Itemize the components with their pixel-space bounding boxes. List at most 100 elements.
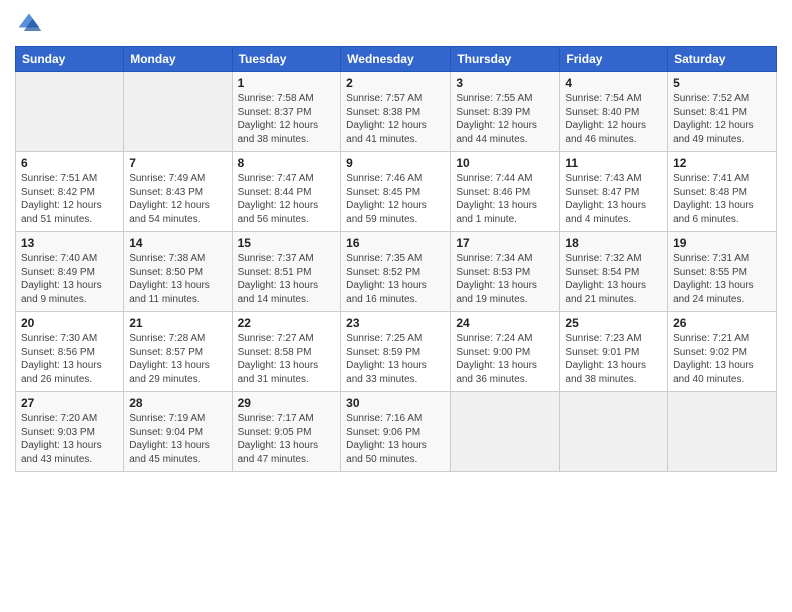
day-info: Sunrise: 7:54 AMSunset: 8:40 PMDaylight:… (565, 92, 662, 146)
day-number: 9 (346, 156, 445, 170)
calendar-cell (124, 72, 232, 152)
day-info: Sunrise: 7:41 AMSunset: 8:48 PMDaylight:… (673, 172, 771, 226)
calendar-week-row: 1 Sunrise: 7:58 AMSunset: 8:37 PMDaylight… (16, 72, 777, 152)
day-info: Sunrise: 7:47 AMSunset: 8:44 PMDaylight:… (238, 172, 336, 226)
calendar-week-row: 27Sunrise: 7:20 AMSunset: 9:03 PMDayligh… (16, 392, 777, 472)
page: SundayMondayTuesdayWednesdayThursdayFrid… (0, 0, 792, 612)
calendar-cell: 30Sunrise: 7:16 AMSunset: 9:06 PMDayligh… (341, 392, 451, 472)
day-number: 24 (456, 316, 554, 330)
day-number: 21 (129, 316, 226, 330)
calendar-cell: 23 Sunrise: 7:25 AMSunset: 8:59 PMDayligh… (341, 312, 451, 392)
col-header-monday: Monday (124, 47, 232, 72)
calendar-cell: 2 Sunrise: 7:57 AMSunset: 8:38 PMDaylight… (341, 72, 451, 152)
calendar-cell: 7 Sunrise: 7:49 AMSunset: 8:43 PMDaylight… (124, 152, 232, 232)
day-number: 29 (238, 396, 336, 410)
calendar-cell: 11Sunrise: 7:43 AMSunset: 8:47 PMDayligh… (560, 152, 668, 232)
day-info: Sunrise: 7:57 AMSunset: 8:38 PMDaylight:… (346, 92, 445, 146)
day-number: 3 (456, 76, 554, 90)
calendar-cell: 22Sunrise: 7:27 AMSunset: 8:58 PMDayligh… (232, 312, 341, 392)
day-number: 4 (565, 76, 662, 90)
day-number: 28 (129, 396, 226, 410)
calendar-cell: 14 Sunrise: 7:38 AMSunset: 8:50 PMDayligh… (124, 232, 232, 312)
calendar-cell: 28 Sunrise: 7:19 AMSunset: 9:04 PMDayligh… (124, 392, 232, 472)
calendar-week-row: 20 Sunrise: 7:30 AMSunset: 8:56 PMDayligh… (16, 312, 777, 392)
calendar-cell: 4 Sunrise: 7:54 AMSunset: 8:40 PMDaylight… (560, 72, 668, 152)
calendar-cell (560, 392, 668, 472)
col-header-tuesday: Tuesday (232, 47, 341, 72)
day-number: 7 (129, 156, 226, 170)
logo-icon (15, 10, 43, 38)
day-number: 15 (238, 236, 336, 250)
calendar-cell: 17 Sunrise: 7:34 AMSunset: 8:53 PMDayligh… (451, 232, 560, 312)
calendar-cell: 13 Sunrise: 7:40 AMSunset: 8:49 PMDayligh… (16, 232, 124, 312)
day-info: Sunrise: 7:31 AMSunset: 8:55 PMDaylight:… (673, 252, 771, 306)
day-info: Sunrise: 7:37 AMSunset: 8:51 PMDaylight:… (238, 252, 336, 306)
day-number: 5 (673, 76, 771, 90)
calendar-cell: 20 Sunrise: 7:30 AMSunset: 8:56 PMDayligh… (16, 312, 124, 392)
day-number: 16 (346, 236, 445, 250)
day-info: Sunrise: 7:40 AMSunset: 8:49 PMDaylight:… (21, 252, 118, 306)
calendar-cell: 12Sunrise: 7:41 AMSunset: 8:48 PMDayligh… (668, 152, 777, 232)
calendar-cell: 15 Sunrise: 7:37 AMSunset: 8:51 PMDayligh… (232, 232, 341, 312)
day-number: 14 (129, 236, 226, 250)
day-number: 23 (346, 316, 445, 330)
calendar-week-row: 6Sunrise: 7:51 AMSunset: 8:42 PMDaylight… (16, 152, 777, 232)
calendar-cell (451, 392, 560, 472)
day-info: Sunrise: 7:52 AMSunset: 8:41 PMDaylight:… (673, 92, 771, 146)
col-header-saturday: Saturday (668, 47, 777, 72)
calendar-cell: 9Sunrise: 7:46 AMSunset: 8:45 PMDaylight… (341, 152, 451, 232)
day-info: Sunrise: 7:25 AMSunset: 8:59 PMDaylight:… (346, 332, 445, 386)
calendar-cell: 18 Sunrise: 7:32 AMSunset: 8:54 PMDayligh… (560, 232, 668, 312)
day-number: 11 (565, 156, 662, 170)
day-info: Sunrise: 7:24 AMSunset: 9:00 PMDaylight:… (456, 332, 554, 386)
calendar-table: SundayMondayTuesdayWednesdayThursdayFrid… (15, 46, 777, 472)
calendar-cell: 10 Sunrise: 7:44 AMSunset: 8:46 PMDayligh… (451, 152, 560, 232)
calendar-cell: 8 Sunrise: 7:47 AMSunset: 8:44 PMDaylight… (232, 152, 341, 232)
calendar-cell: 1 Sunrise: 7:58 AMSunset: 8:37 PMDaylight… (232, 72, 341, 152)
col-header-wednesday: Wednesday (341, 47, 451, 72)
day-info: Sunrise: 7:38 AMSunset: 8:50 PMDaylight:… (129, 252, 226, 306)
day-number: 17 (456, 236, 554, 250)
day-info: Sunrise: 7:34 AMSunset: 8:53 PMDaylight:… (456, 252, 554, 306)
day-number: 1 (238, 76, 336, 90)
day-info: Sunrise: 7:20 AMSunset: 9:03 PMDaylight:… (21, 412, 118, 466)
col-header-thursday: Thursday (451, 47, 560, 72)
calendar-cell: 3 Sunrise: 7:55 AMSunset: 8:39 PMDaylight… (451, 72, 560, 152)
day-number: 13 (21, 236, 118, 250)
calendar-cell: 6Sunrise: 7:51 AMSunset: 8:42 PMDaylight… (16, 152, 124, 232)
col-header-friday: Friday (560, 47, 668, 72)
day-info: Sunrise: 7:44 AMSunset: 8:46 PMDaylight:… (456, 172, 554, 226)
day-info: Sunrise: 7:30 AMSunset: 8:56 PMDaylight:… (21, 332, 118, 386)
calendar-cell: 19Sunrise: 7:31 AMSunset: 8:55 PMDayligh… (668, 232, 777, 312)
day-info: Sunrise: 7:49 AMSunset: 8:43 PMDaylight:… (129, 172, 226, 226)
day-info: Sunrise: 7:32 AMSunset: 8:54 PMDaylight:… (565, 252, 662, 306)
day-number: 10 (456, 156, 554, 170)
header (15, 10, 777, 38)
calendar-cell: 25 Sunrise: 7:23 AMSunset: 9:01 PMDayligh… (560, 312, 668, 392)
day-info: Sunrise: 7:21 AMSunset: 9:02 PMDaylight:… (673, 332, 771, 386)
day-info: Sunrise: 7:17 AMSunset: 9:05 PMDaylight:… (238, 412, 336, 466)
calendar-cell: 16 Sunrise: 7:35 AMSunset: 8:52 PMDayligh… (341, 232, 451, 312)
calendar-cell: 5 Sunrise: 7:52 AMSunset: 8:41 PMDaylight… (668, 72, 777, 152)
day-info: Sunrise: 7:19 AMSunset: 9:04 PMDaylight:… (129, 412, 226, 466)
calendar-week-row: 13 Sunrise: 7:40 AMSunset: 8:49 PMDayligh… (16, 232, 777, 312)
calendar-cell: 26Sunrise: 7:21 AMSunset: 9:02 PMDayligh… (668, 312, 777, 392)
day-info: Sunrise: 7:16 AMSunset: 9:06 PMDaylight:… (346, 412, 445, 466)
calendar-cell (16, 72, 124, 152)
calendar-cell: 21 Sunrise: 7:28 AMSunset: 8:57 PMDayligh… (124, 312, 232, 392)
calendar-cell: 29 Sunrise: 7:17 AMSunset: 9:05 PMDayligh… (232, 392, 341, 472)
day-number: 8 (238, 156, 336, 170)
day-info: Sunrise: 7:35 AMSunset: 8:52 PMDaylight:… (346, 252, 445, 306)
day-info: Sunrise: 7:55 AMSunset: 8:39 PMDaylight:… (456, 92, 554, 146)
day-number: 2 (346, 76, 445, 90)
day-info: Sunrise: 7:23 AMSunset: 9:01 PMDaylight:… (565, 332, 662, 386)
calendar-cell: 24 Sunrise: 7:24 AMSunset: 9:00 PMDayligh… (451, 312, 560, 392)
day-info: Sunrise: 7:27 AMSunset: 8:58 PMDaylight:… (238, 332, 336, 386)
day-number: 20 (21, 316, 118, 330)
day-info: Sunrise: 7:58 AMSunset: 8:37 PMDaylight:… (238, 92, 336, 146)
day-info: Sunrise: 7:28 AMSunset: 8:57 PMDaylight:… (129, 332, 226, 386)
day-number: 18 (565, 236, 662, 250)
calendar-header-row: SundayMondayTuesdayWednesdayThursdayFrid… (16, 47, 777, 72)
day-number: 25 (565, 316, 662, 330)
calendar-cell: 27Sunrise: 7:20 AMSunset: 9:03 PMDayligh… (16, 392, 124, 472)
